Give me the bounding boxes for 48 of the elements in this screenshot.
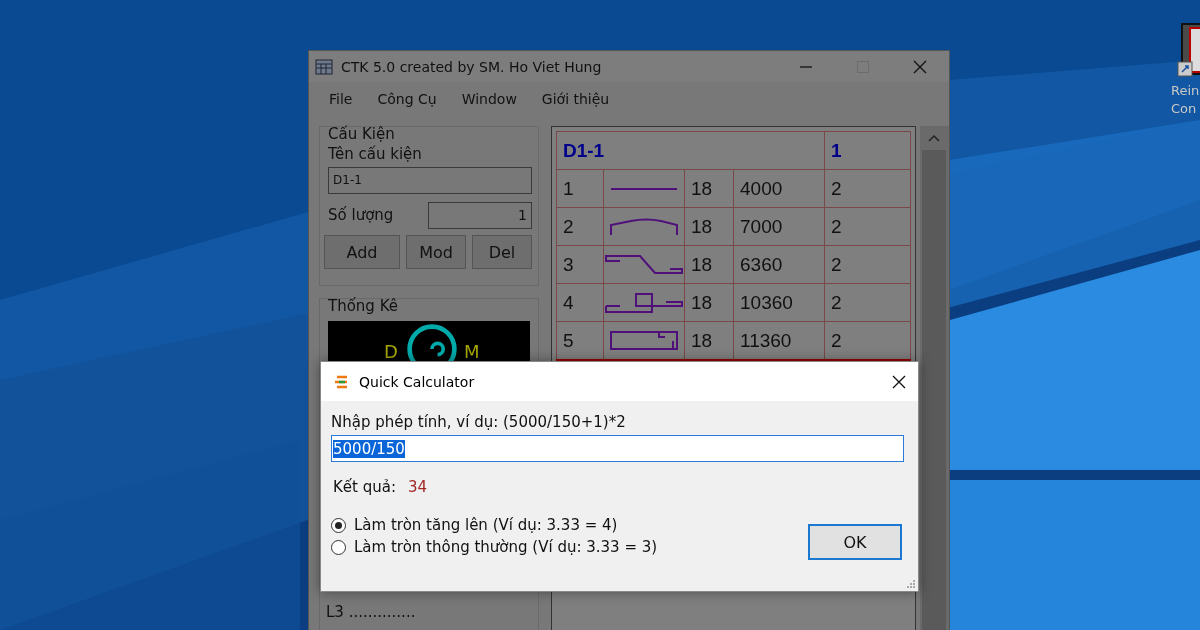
- table-cell: 5: [556, 321, 604, 361]
- shortcut-label: Rein: [1171, 82, 1200, 100]
- table-cell: 10360: [733, 283, 825, 322]
- resize-grip-icon[interactable]: [906, 579, 916, 589]
- expression-field[interactable]: 5000/150: [331, 435, 904, 462]
- table-cell: 4000: [733, 169, 825, 208]
- table-cell: 18: [684, 207, 734, 246]
- table-cell: 6360: [733, 245, 825, 284]
- bar-shape-icon: [610, 331, 678, 350]
- table-cell: 18: [684, 169, 734, 208]
- table-cell: 7000: [733, 207, 825, 246]
- group-title: Cấu Kiện: [328, 125, 396, 143]
- table-cell: 2: [824, 207, 911, 246]
- shortcut-label: Con: [1171, 100, 1197, 118]
- preview-letter: M: [464, 341, 480, 362]
- table-cell: 18: [684, 283, 734, 322]
- result-value: 34: [408, 478, 428, 496]
- table-title: D1-1: [556, 131, 825, 170]
- rounding-option[interactable]: Làm tròn thông thường (Ví dụ: 3.33 = 3): [331, 538, 658, 556]
- radio-button[interactable]: [331, 539, 346, 555]
- field-label: Số lượng: [328, 205, 394, 224]
- bar-shape-icon: [605, 255, 683, 274]
- app-icon: [315, 58, 333, 75]
- table-cell: 2: [824, 169, 911, 208]
- stat-line: L3 ..............: [326, 603, 416, 621]
- table-cell: 3: [556, 245, 604, 284]
- table-cell: 4: [556, 283, 604, 322]
- table-cell: 18: [684, 245, 734, 284]
- table-cell: 2: [556, 207, 604, 246]
- bar-shape-icon: [610, 217, 678, 236]
- group-title: Thống Kê: [328, 297, 399, 315]
- prompt-label: Nhập phép tính, ví dụ: (5000/150+1)*2: [331, 413, 627, 431]
- radio-button[interactable]: [331, 517, 346, 533]
- result-label: Kết quả:: [333, 478, 396, 496]
- rounding-option[interactable]: Làm tròn tăng lên (Ví dụ: 3.33 = 4): [331, 516, 658, 534]
- bar-shape-icon: [610, 186, 678, 191]
- table-cell: 2: [824, 245, 911, 284]
- bar-shape-icon: [605, 292, 683, 313]
- preview-letter: D: [384, 341, 398, 362]
- dialog-title: Quick Calculator: [359, 373, 476, 390]
- close-icon[interactable]: [892, 374, 906, 389]
- table-cell: 1: [556, 169, 604, 208]
- field-label: Tên cấu kiện: [328, 145, 423, 163]
- table-count: 1: [824, 131, 911, 170]
- calculator-icon: [333, 374, 349, 389]
- table-cell: 2: [824, 283, 911, 322]
- ok-button[interactable]: OK: [808, 524, 902, 560]
- window-title: CTK 5.0 created by SM. Ho Viet Hung: [341, 58, 603, 75]
